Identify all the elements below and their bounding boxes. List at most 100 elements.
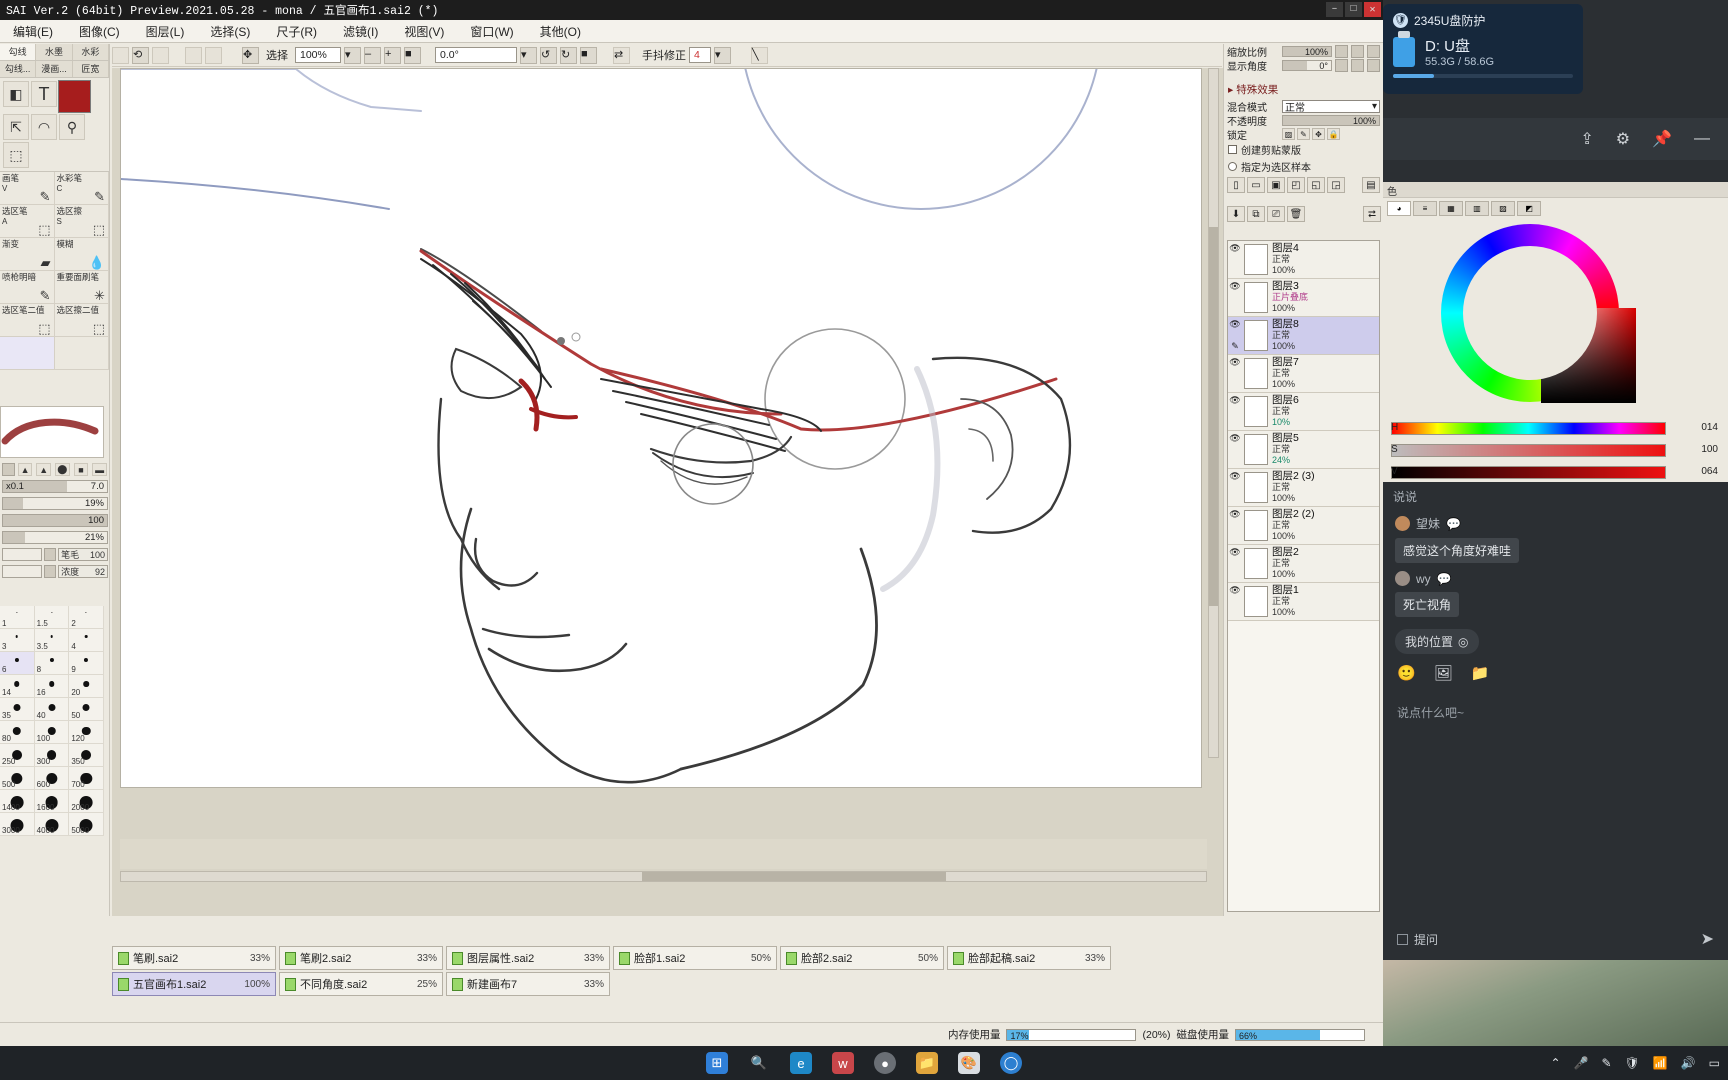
brush-size-cell[interactable]: 1: [0, 606, 35, 629]
layer-edit-icon[interactable]: [1229, 607, 1241, 618]
eye-icon[interactable]: 👁: [1229, 395, 1241, 406]
brush-slot-empty-2[interactable]: [55, 337, 109, 369]
brush-size-cell[interactable]: 700: [69, 767, 105, 790]
layer-menu-icon[interactable]: ▤: [1362, 177, 1380, 193]
text-icon[interactable]: T: [31, 81, 57, 107]
brush-xuanqubi[interactable]: 选区笔 A ⬚: [0, 205, 55, 237]
selection-source-row[interactable]: 指定为选区样本: [1224, 158, 1383, 175]
layer-edit-icon[interactable]: [1229, 303, 1241, 314]
layer-edit-icon[interactable]: [1229, 455, 1241, 466]
brush-size-cell[interactable]: 14: [0, 675, 35, 698]
search-icon[interactable]: 🔍: [748, 1052, 770, 1074]
back-button[interactable]: [112, 46, 129, 64]
color-swatch[interactable]: [58, 80, 91, 113]
eye-icon[interactable]: 👁: [1229, 281, 1241, 292]
display-angle-slider[interactable]: 0°: [1282, 59, 1332, 71]
delete-layer-icon[interactable]: 🗑: [1287, 206, 1305, 222]
scratch-tab-icon[interactable]: ▨: [1491, 201, 1515, 216]
transfer-icon[interactable]: ⮂: [1363, 206, 1381, 222]
special-effects-toggle[interactable]: ▸ 特殊效果: [1224, 80, 1383, 99]
strength-dropdown-icon[interactable]: [44, 565, 57, 578]
new-layer-icon[interactable]: ▯: [1227, 177, 1245, 193]
eye-icon[interactable]: 👁: [1229, 243, 1241, 254]
close-button[interactable]: ✕: [1364, 2, 1381, 17]
preset-tab-gouxian2[interactable]: 勾线...: [0, 61, 37, 77]
lock-transparency-icon[interactable]: ▨: [1282, 128, 1295, 140]
layer-list[interactable]: 👁 图层4 正常 100% 👁 图层3 正片叠底 100% 👁 ✎ 图层8 正常 100% 👁 图层7 正常 1…: [1227, 240, 1380, 912]
mixer-tab-icon[interactable]: ▦: [1439, 201, 1463, 216]
eye-icon[interactable]: 👁: [1229, 509, 1241, 520]
new-mask-icon[interactable]: ▣: [1267, 177, 1285, 193]
volume-icon[interactable]: 🔊: [1681, 1056, 1696, 1070]
brush-size-cell[interactable]: 300: [34, 744, 70, 767]
zoom-reset-button[interactable]: ■: [404, 46, 421, 64]
eye-icon[interactable]: 👁: [1229, 471, 1241, 482]
brush-size-cell[interactable]: 4000: [34, 813, 70, 836]
param-bristle-box[interactable]: 笔毛 100: [58, 548, 108, 561]
brush-xuanqueca-erzhi[interactable]: 选区擦二值 ⬚: [55, 304, 109, 336]
brush-slot-empty-1[interactable]: [0, 337, 55, 369]
brush-size-cell[interactable]: 50: [69, 698, 105, 721]
saturation-slider[interactable]: [1391, 444, 1666, 457]
menu-item-edit[interactable]: 编辑(E): [0, 23, 66, 40]
layer-row[interactable]: 👁 图层2 (2) 正常 100%: [1228, 507, 1379, 545]
brush-size-cell[interactable]: 2000: [69, 790, 105, 813]
send-icon[interactable]: ➤: [1701, 929, 1714, 949]
brush-size-cell[interactable]: 5000: [69, 813, 105, 836]
brush-size-cell[interactable]: 3: [0, 629, 35, 652]
document-tab[interactable]: 五官画布1.sai2 100%: [112, 972, 276, 996]
layer-row[interactable]: 👁 图层2 (3) 正常 100%: [1228, 469, 1379, 507]
rotate-cw-button[interactable]: ↻: [560, 46, 577, 64]
swap-colors-icon[interactable]: ⇱: [3, 114, 29, 140]
selection-source-radio[interactable]: [1228, 162, 1237, 171]
menu-item-select[interactable]: 选择(S): [197, 23, 263, 40]
folder-icon[interactable]: 📁: [1471, 664, 1490, 682]
param-minsize-slider[interactable]: 19%: [2, 497, 108, 510]
layer-thumbnail[interactable]: [1244, 548, 1268, 579]
zoom-in-button[interactable]: +: [384, 46, 401, 64]
angle-ccw-icon[interactable]: [1335, 58, 1348, 72]
select-mode-icon[interactable]: ✥: [242, 46, 259, 64]
shape-tri1-icon[interactable]: ▲: [17, 463, 33, 476]
document-tab[interactable]: 脸部2.sai2 50%: [780, 946, 944, 970]
image-icon[interactable]: 🖼: [1434, 664, 1453, 682]
brush-size-cell[interactable]: 1400: [0, 790, 35, 813]
layer-edit-icon[interactable]: [1229, 265, 1241, 276]
brush-size-cell[interactable]: 120: [69, 721, 105, 744]
layer-edit-icon[interactable]: ✎: [1229, 341, 1241, 352]
brush-size-cell[interactable]: 2: [69, 606, 105, 629]
brush-size-cell[interactable]: 350: [69, 744, 105, 767]
layer-row[interactable]: 👁 ✎ 图层8 正常 100%: [1228, 317, 1379, 355]
angle-reset-icon[interactable]: [1367, 58, 1380, 72]
brush-size-cell[interactable]: 4: [69, 629, 105, 652]
layer-row[interactable]: 👁 图层4 正常 100%: [1228, 241, 1379, 279]
document-tab[interactable]: 笔刷2.sai2 33%: [279, 946, 443, 970]
menu-item-image[interactable]: 图像(C): [66, 23, 133, 40]
brush-size-cell[interactable]: 35: [0, 698, 35, 721]
bristle-dropdown-icon[interactable]: [44, 548, 57, 561]
emoji-icon[interactable]: 🙂: [1397, 664, 1416, 682]
explorer-icon[interactable]: 📁: [916, 1052, 938, 1074]
clip-icon[interactable]: ◱: [1307, 177, 1325, 193]
palette-tab-icon[interactable]: ▥: [1465, 201, 1489, 216]
color-wheel[interactable]: [1441, 224, 1636, 403]
menu-item-window[interactable]: 窗口(W): [457, 23, 526, 40]
param-strength-slider[interactable]: [2, 565, 42, 578]
new-linework-icon[interactable]: ◰: [1287, 177, 1305, 193]
clear-layer-icon[interactable]: ⎚: [1267, 206, 1285, 222]
brush-jianbian[interactable]: 渐变 ▰: [0, 238, 55, 270]
lock-all-icon[interactable]: 🔒: [1327, 128, 1340, 140]
people-icon[interactable]: ●: [874, 1052, 896, 1074]
redo-icon[interactable]: [152, 46, 169, 64]
import-icon[interactable]: ◲: [1327, 177, 1345, 193]
layer-row[interactable]: 👁 图层2 正常 100%: [1228, 545, 1379, 583]
brush-size-cell[interactable]: 250: [0, 744, 35, 767]
menu-item-ruler[interactable]: 尺子(R): [263, 23, 330, 40]
blend-mode-select[interactable]: 正常 ▾: [1282, 99, 1380, 114]
param-density-slider[interactable]: 100: [2, 514, 108, 527]
layer-thumbnail[interactable]: [1244, 472, 1268, 503]
gradient-tab-icon[interactable]: ◩: [1517, 201, 1541, 216]
lasso-icon[interactable]: ◠: [31, 114, 57, 140]
brush-huabi[interactable]: 画笔 V ✎: [0, 172, 55, 204]
brush-size-cell[interactable]: 6: [0, 652, 35, 675]
